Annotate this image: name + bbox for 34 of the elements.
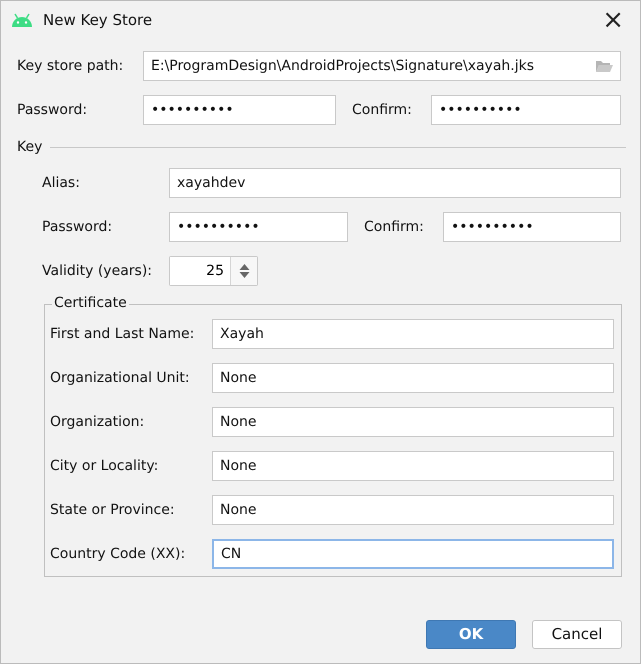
text-field[interactable]: None <box>212 363 614 393</box>
text-field[interactable]: None <box>212 407 614 437</box>
field-label: State or Province: <box>50 500 176 520</box>
field-label: Password: <box>42 218 114 236</box>
text-field[interactable]: None <box>212 451 614 481</box>
android-icon <box>11 13 33 27</box>
field-label: Key store path: <box>17 56 124 76</box>
close-button[interactable]: × <box>596 7 630 33</box>
text-field[interactable]: Xayah <box>212 319 614 349</box>
password-field[interactable]: •••••••••• <box>443 212 621 242</box>
stepper-arrows-icon[interactable] <box>238 263 250 279</box>
password-field[interactable]: •••••••••• <box>431 95 621 125</box>
text-field[interactable]: None <box>212 495 614 525</box>
section-title: Key <box>17 138 42 157</box>
ok-button[interactable]: OK <box>426 620 516 649</box>
field-label: Confirm: <box>352 100 413 120</box>
field-label: Validity (years): <box>42 262 154 280</box>
field-label: Organization: <box>50 412 146 432</box>
password-field[interactable]: •••••••••• <box>143 95 336 125</box>
number-spinner[interactable]: 25 <box>169 256 258 286</box>
password-field[interactable]: •••••••••• <box>169 212 348 242</box>
field-label: Country Code (XX): <box>50 544 186 564</box>
field-label: Confirm: <box>364 218 425 236</box>
field-label: City or Locality: <box>50 456 160 476</box>
field-label: Alias: <box>42 174 81 192</box>
cancel-button[interactable]: Cancel <box>532 620 622 649</box>
field-label: Organizational Unit: <box>50 368 191 388</box>
alias-field[interactable]: xayahdev <box>169 168 621 198</box>
window-title: New Key Store <box>43 10 152 31</box>
field-label: First and Last Name: <box>50 324 196 344</box>
text-field[interactable]: CN <box>212 539 614 569</box>
field-label: Password: <box>17 100 88 120</box>
path-field[interactable]: E:\ProgramDesign\AndroidProjects\Signature\xayah.jks <box>143 51 621 81</box>
path-text: E:\ProgramDesign\AndroidProjects\Signature\xayah.jks <box>151 56 534 76</box>
